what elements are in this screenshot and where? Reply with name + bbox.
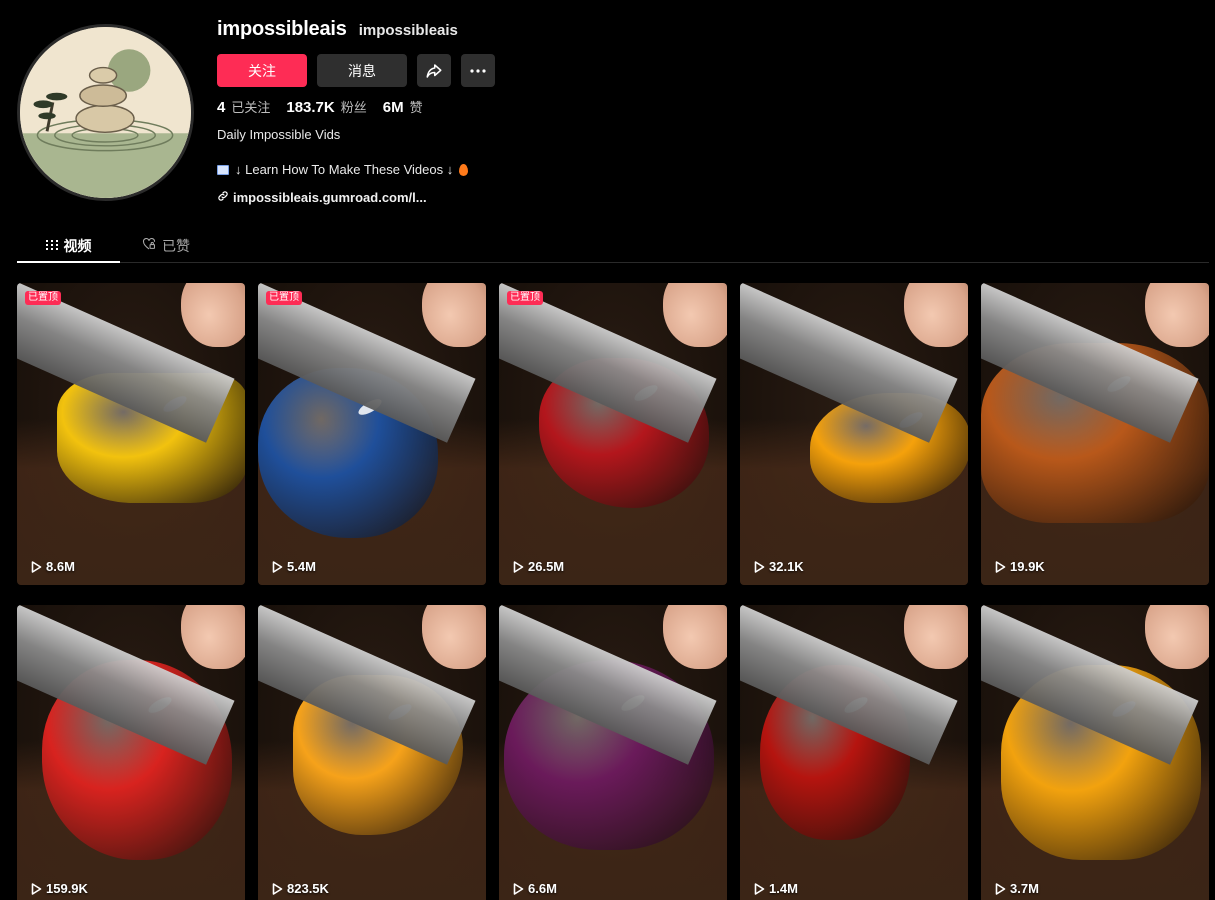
followers-label: 粉丝 xyxy=(340,101,367,116)
view-count-text: 823.5K xyxy=(287,881,329,896)
tab-liked-label: 已赞 xyxy=(162,239,190,255)
play-icon xyxy=(272,882,283,895)
play-icon xyxy=(513,882,524,895)
video-card[interactable]: 已置顶 5.4M xyxy=(258,283,486,585)
profile-link-text: impossibleais.gumroad.com/l... xyxy=(233,190,427,205)
hand xyxy=(663,283,727,347)
likes-label: 赞 xyxy=(409,101,423,116)
view-count-text: 3.7M xyxy=(1010,881,1039,896)
fire-emoji-icon xyxy=(459,163,469,176)
tab-liked[interactable]: 已赞 xyxy=(142,230,207,262)
tab-videos[interactable]: 视频 xyxy=(17,230,120,263)
profile-tabs: 视频 已赞 xyxy=(17,230,1209,263)
hand xyxy=(181,605,245,669)
hand xyxy=(1145,283,1209,347)
hand xyxy=(422,283,486,347)
grid-icon xyxy=(45,238,58,254)
video-card[interactable]: 32.1K xyxy=(740,283,968,585)
bio-line-1: Daily Impossible Vids xyxy=(217,127,341,142)
view-count: 1.4M xyxy=(754,881,798,896)
following-count: 4 xyxy=(217,99,226,116)
pinned-badge: 已置顶 xyxy=(266,291,302,305)
hand xyxy=(181,283,245,347)
view-count: 32.1K xyxy=(754,559,804,574)
profile-username: impossibleais xyxy=(217,18,347,40)
following-label: 已关注 xyxy=(231,101,271,116)
following-stat[interactable]: 4 已关注 xyxy=(217,97,270,116)
play-icon xyxy=(513,560,524,573)
zen-stones-avatar-image xyxy=(20,27,191,198)
view-count: 8.6M xyxy=(31,559,75,574)
video-card[interactable]: 3.7M xyxy=(981,605,1209,900)
play-icon xyxy=(31,882,42,895)
likes-count: 6M xyxy=(382,99,404,116)
likes-stat: 6M 赞 xyxy=(383,97,423,116)
video-card[interactable]: 6.6M xyxy=(499,605,727,900)
followers-stat[interactable]: 183.7K 粉丝 xyxy=(286,97,366,116)
view-count: 823.5K xyxy=(272,881,329,896)
heart-lock-icon xyxy=(142,237,156,254)
view-count: 3.7M xyxy=(995,881,1039,896)
pinned-badge: 已置顶 xyxy=(25,291,61,305)
view-count-text: 1.4M xyxy=(769,881,798,896)
link-icon xyxy=(217,190,229,205)
view-count-text: 5.4M xyxy=(287,559,316,574)
view-count-text: 19.9K xyxy=(1010,559,1045,574)
hand xyxy=(663,605,727,669)
tab-videos-label: 视频 xyxy=(63,239,92,255)
hand xyxy=(904,283,968,347)
avatar[interactable] xyxy=(17,24,194,201)
more-button[interactable] xyxy=(461,54,495,87)
play-icon xyxy=(31,560,42,573)
view-count-text: 6.6M xyxy=(528,881,557,896)
followers-count: 183.7K xyxy=(286,99,335,116)
bio-line-2-text: ↓ Learn How To Make These Videos ↓ xyxy=(235,162,454,177)
hand xyxy=(904,605,968,669)
video-card[interactable]: 823.5K xyxy=(258,605,486,900)
view-count: 159.9K xyxy=(31,881,88,896)
view-count: 6.6M xyxy=(513,881,557,896)
play-icon xyxy=(272,560,283,573)
message-button[interactable]: 消息 xyxy=(317,54,407,87)
video-card[interactable]: 159.9K xyxy=(17,605,245,900)
profile-nickname: impossibleais xyxy=(358,22,458,39)
share-button[interactable] xyxy=(417,54,451,87)
view-count: 5.4M xyxy=(272,559,316,574)
hand xyxy=(1145,605,1209,669)
pinned-badge: 已置顶 xyxy=(507,291,543,305)
view-count-text: 26.5M xyxy=(528,559,565,574)
video-card[interactable]: 已置顶 8.6M xyxy=(17,283,245,585)
bio-line-2: ↓ Learn How To Make These Videos ↓ xyxy=(217,162,469,177)
view-count-text: 8.6M xyxy=(46,559,75,574)
video-card[interactable]: 已置顶 26.5M xyxy=(499,283,727,585)
view-count-text: 32.1K xyxy=(769,559,804,574)
video-card[interactable]: 19.9K xyxy=(981,283,1209,585)
play-icon xyxy=(995,882,1006,895)
follow-button[interactable]: 关注 xyxy=(217,54,307,87)
play-icon xyxy=(995,560,1006,573)
play-icon xyxy=(754,882,765,895)
hand xyxy=(422,605,486,669)
video-card[interactable]: 1.4M xyxy=(740,605,968,900)
more-icon xyxy=(470,68,486,73)
play-icon xyxy=(754,560,765,573)
profile-link[interactable]: impossibleais.gumroad.com/l... xyxy=(217,190,427,205)
share-icon xyxy=(425,62,443,80)
book-emoji-icon xyxy=(217,164,229,175)
view-count-text: 159.9K xyxy=(46,881,88,896)
view-count: 19.9K xyxy=(995,559,1045,574)
view-count: 26.5M xyxy=(513,559,564,574)
